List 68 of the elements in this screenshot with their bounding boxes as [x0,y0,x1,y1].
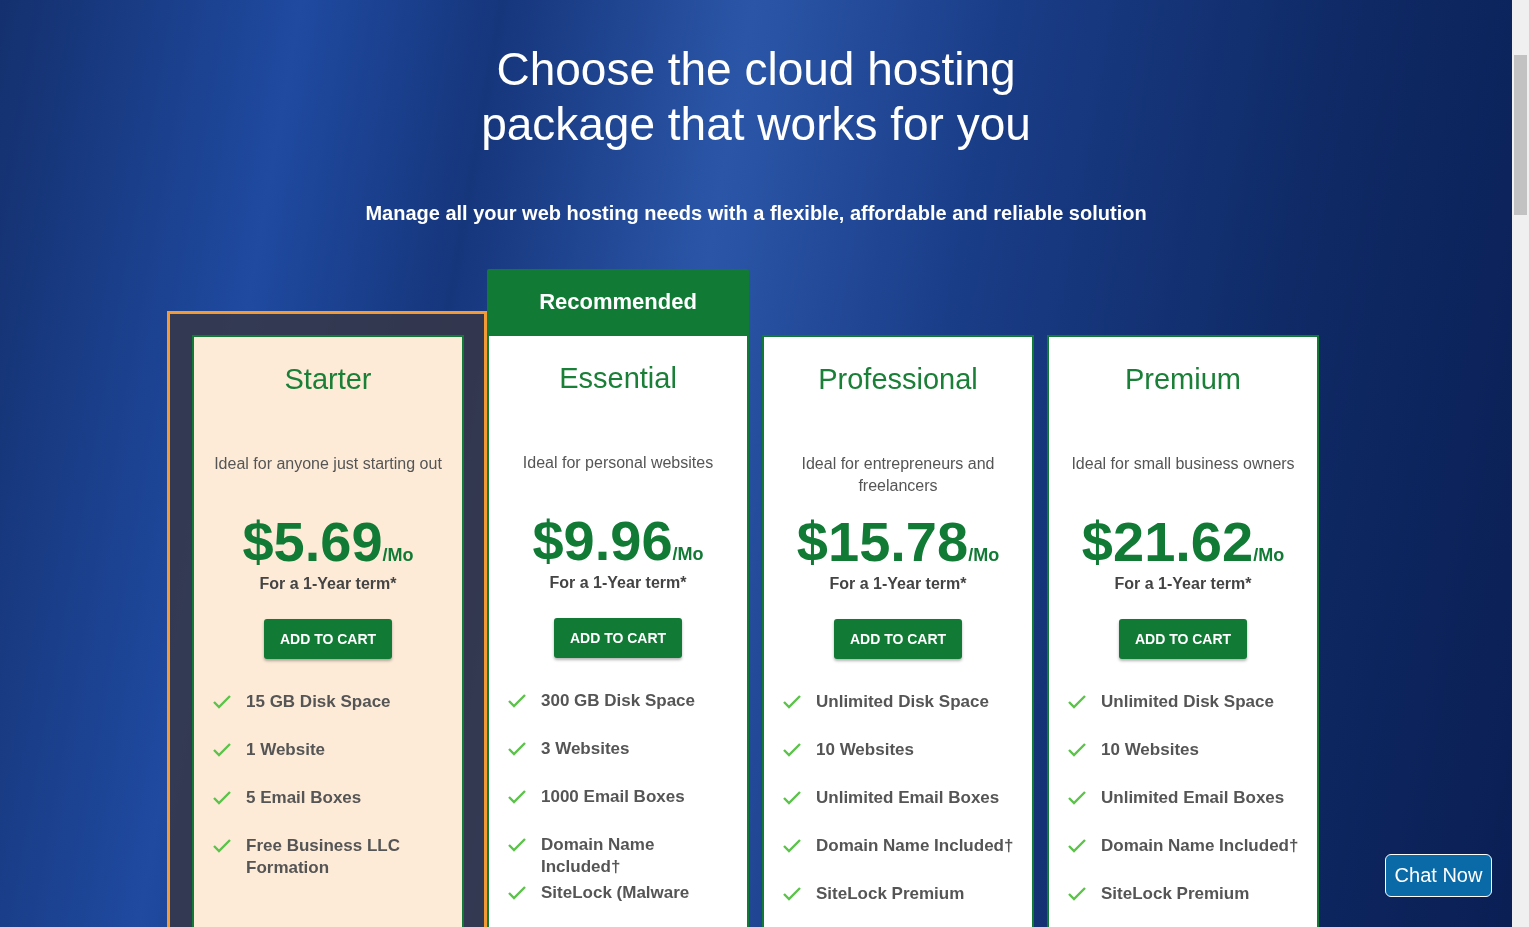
feature-text: 15 GB Disk Space [246,691,391,713]
plan-price: $21.62 [1081,511,1254,573]
term-note: For a 1-Year term* [829,575,967,593]
feature-text: 1 Website [246,739,326,761]
check-icon [212,790,232,806]
check-icon [507,789,527,805]
check-icon [782,838,802,854]
check-icon [507,837,527,853]
feature-text: Unlimited Disk Space [816,691,989,713]
feature-text: 10 Websites [1101,739,1199,761]
feature-text: Free Business LLC Formation [246,835,401,879]
page-title: Choose the cloud hosting package that works for you [481,42,1031,152]
term-note: For a 1-Year term* [549,574,687,592]
plan-description: Ideal for personal websites [521,453,715,473]
check-icon [1067,838,1087,854]
plan-description: Ideal for anyone just starting out [213,454,443,474]
scrollbar-thumb[interactable] [1514,55,1527,215]
check-icon [782,886,802,902]
add-to-cart-button[interactable]: ADD TO CART [833,619,963,659]
check-icon [782,694,802,710]
feature-text: Unlimited Email Boxes [1101,787,1285,809]
plan-price: $15.78 [796,511,969,573]
plan-description: Ideal for entrepreneurs and freelancers [800,454,996,496]
check-icon [1067,886,1087,902]
add-to-cart-button[interactable]: ADD TO CART [263,619,393,659]
plan-name: Professional [818,362,978,397]
chat-now-button[interactable]: Chat Now [1385,854,1492,897]
feature-text: 5 Email Boxes [246,787,362,809]
plan-description: Ideal for small business owners [1070,454,1296,474]
page-subtitle: Manage all your web hosting needs with a flexible, affordable and reliable solution [365,202,1147,225]
feature-text: 300 GB Disk Space [541,690,696,712]
recommended-banner: Recommended [487,269,749,334]
check-icon [507,741,527,757]
add-to-cart-button[interactable]: ADD TO CART [1118,619,1248,659]
price-period: /Mo [382,545,414,566]
check-icon [212,742,232,758]
check-icon [1067,742,1087,758]
price-period: /Mo [672,544,704,565]
term-note: For a 1-Year term* [1114,575,1252,593]
term-note: For a 1-Year term* [259,575,397,593]
check-icon [782,742,802,758]
check-icon [212,694,232,710]
check-icon [1067,694,1087,710]
plan-name: Essential [559,361,677,396]
check-icon [507,693,527,709]
feature-text: Domain Name Included† [1101,835,1299,857]
feature-text: Unlimited Email Boxes [816,787,1000,809]
feature-text: SiteLock Premium [816,883,965,905]
feature-text: SiteLock Premium [1101,883,1250,905]
scrollbar[interactable] [1512,0,1529,927]
feature-text: Unlimited Disk Space [1101,691,1274,713]
price-period: /Mo [968,545,1000,566]
feature-text: Domain Name Included† [541,834,656,878]
plan-name: Starter [284,362,372,397]
check-icon [782,790,802,806]
feature-text: 1000 Email Boxes [541,786,685,808]
feature-text: SiteLock (Malware [541,882,690,904]
check-icon [1067,790,1087,806]
check-icon [507,885,527,901]
feature-text: 3 Websites [541,738,630,760]
plan-price: $5.69 [242,511,383,573]
add-to-cart-button[interactable]: ADD TO CART [553,618,683,658]
feature-text: Domain Name Included† [816,835,1014,857]
plan-name: Premium [1125,362,1241,397]
price-period: /Mo [1253,545,1285,566]
check-icon [212,838,232,854]
feature-text: 10 Websites [816,739,914,761]
plan-price: $9.96 [532,510,673,572]
